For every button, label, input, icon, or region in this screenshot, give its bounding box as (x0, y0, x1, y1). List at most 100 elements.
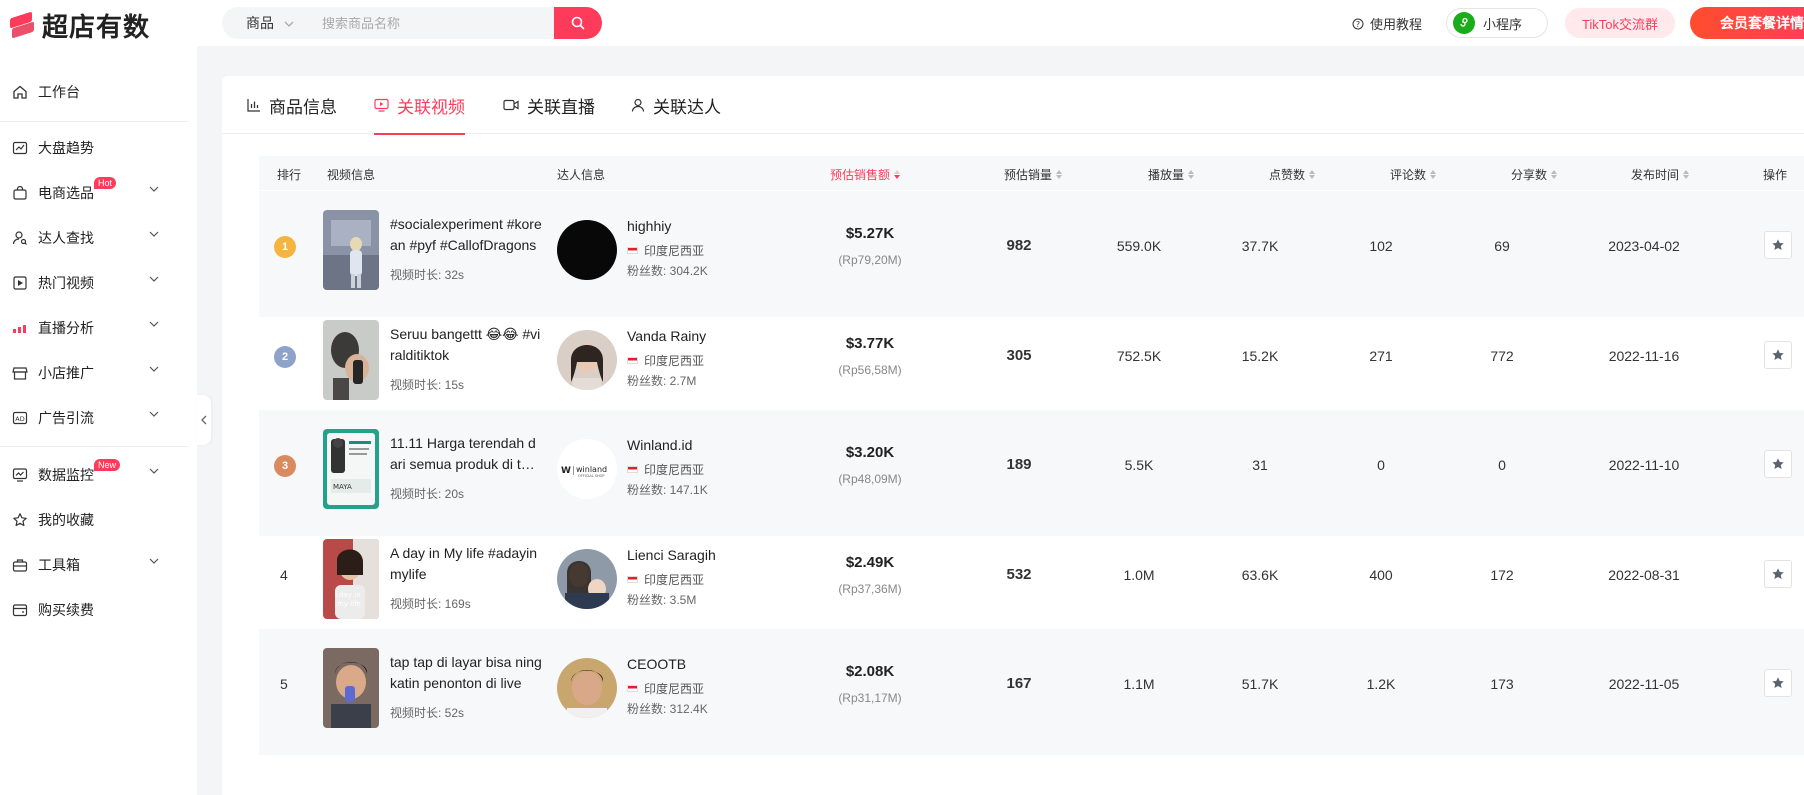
tutorial-link[interactable]: ? 使用教程 (1352, 14, 1422, 33)
sidebar-collapse-button[interactable] (197, 395, 211, 445)
sort-icon (1551, 170, 1558, 179)
creator-country: 印度尼西亚 (627, 680, 704, 697)
tab-related-videos[interactable]: 关联视频 (374, 76, 465, 135)
sort-icon (894, 170, 901, 179)
sort-icon (1430, 170, 1437, 179)
mini-program-icon (1453, 12, 1475, 34)
col-comments[interactable]: 评论数 (1390, 166, 1437, 183)
duration-label: 视频时长: (390, 706, 445, 720)
sidebar-item-label: 购买续费 (38, 602, 94, 618)
toolbox-icon (12, 559, 28, 572)
video-thumbnail[interactable]: i day in my life (323, 538, 379, 619)
tab-product-info[interactable]: 商品信息 (247, 76, 337, 134)
sidebar-item-favorites[interactable]: 我的收藏 (0, 500, 197, 540)
col-publish-date[interactable]: 发布时间 (1631, 166, 1690, 183)
sidebar-item-creator-search[interactable]: 达人查找 (0, 218, 197, 258)
search-type-select[interactable]: 商品 (222, 13, 304, 33)
sidebar: 工作台 大盘趋势 电商选品 Hot 达人查找 热门视频 直播分析 小店推广 AD… (0, 46, 197, 795)
favorite-button[interactable] (1764, 669, 1792, 697)
video-thumbnail[interactable]: MAYA (323, 429, 379, 509)
duration-value: 169s (444, 596, 471, 611)
sidebar-item-shop-promotion[interactable]: 小店推广 (0, 353, 197, 393)
sidebar-item-label: 小店推广 (38, 365, 94, 381)
video-title[interactable]: tap tap di layar bisa ningkatin penonton… (390, 652, 542, 694)
logo-icon (8, 10, 38, 41)
sidebar-item-purchase-renew[interactable]: 购买续费 (0, 590, 197, 630)
tab-related-live[interactable]: 关联直播 (503, 76, 595, 134)
sidebar-item-live-analysis[interactable]: 直播分析 (0, 308, 197, 348)
play-count: 1.0M (1123, 566, 1155, 583)
tab-bar: 商品信息 关联视频 关联直播 关联达人 (222, 76, 1804, 135)
sidebar-item-toolbox[interactable]: 工具箱 (0, 545, 197, 585)
video-title[interactable]: #socialexperiment #korean #pyf #CallofDr… (390, 214, 542, 256)
col-plays[interactable]: 播放量 (1148, 166, 1195, 183)
col-est-sales-amount[interactable]: 预估销售额 (830, 166, 901, 183)
sidebar-item-data-monitor[interactable]: 数据监控 New (0, 455, 197, 495)
creator-name[interactable]: Vanda Rainy (627, 328, 706, 344)
like-count: 31 (1252, 457, 1268, 473)
country-label: 印度尼西亚 (644, 682, 705, 696)
country-label: 印度尼西亚 (644, 244, 705, 258)
main-panel: 商品信息 关联视频 关联直播 关联达人 排行 视频信息 达人信息 预估销售额 预… (222, 76, 1804, 795)
sidebar-item-product-selection[interactable]: 电商选品 Hot (0, 173, 197, 213)
video-title[interactable]: Seruu bangettt 😂😂 #viralditiktok (390, 324, 542, 366)
svg-text:?: ? (1356, 20, 1360, 29)
new-badge: New (94, 459, 121, 471)
video-thumbnail[interactable] (323, 648, 379, 728)
favorite-button[interactable] (1764, 559, 1792, 588)
creator-name[interactable]: CEOOTB (627, 656, 686, 672)
share-count: 173 (1490, 676, 1514, 692)
tab-related-creators[interactable]: 关联达人 (631, 76, 721, 134)
share-count: 69 (1494, 238, 1510, 254)
sidebar-divider (0, 121, 188, 122)
col-shares[interactable]: 分享数 (1511, 166, 1558, 183)
video-thumbnail[interactable] (323, 319, 379, 400)
sidebar-item-workbench[interactable]: 工作台 (0, 72, 197, 112)
favorite-button[interactable] (1764, 340, 1792, 369)
video-title[interactable]: A day in My life #adayinmylife (390, 543, 542, 585)
creator-name[interactable]: Lienci Saragih (627, 547, 716, 563)
avatar[interactable] (557, 658, 617, 718)
search-button[interactable] (554, 7, 602, 39)
play-count: 1.1M (1123, 676, 1155, 692)
duration-value: 20s (444, 487, 465, 501)
avatar[interactable] (557, 548, 617, 609)
creator-name[interactable]: Winland.id (627, 437, 692, 453)
sidebar-item-market-trend[interactable]: 大盘趋势 (0, 128, 197, 168)
tab-label: 关联直播 (527, 97, 595, 117)
svg-text:my life: my life (337, 600, 361, 608)
creator-name[interactable]: highhiy (627, 218, 671, 234)
search-icon (571, 16, 585, 30)
col-likes[interactable]: 点赞数 (1269, 166, 1316, 183)
avatar[interactable] (557, 220, 617, 280)
brand-logo[interactable]: 超店有数 (8, 7, 150, 44)
table-row[interactable]: 4 i day in my life A day in My life #aday… (259, 520, 1804, 646)
table-row[interactable]: 2 Seruu bangettt 😂😂 #viralditiktok 视频时长:… (259, 301, 1804, 427)
vip-plans-button[interactable]: 会员套餐详情 (1690, 7, 1804, 39)
est-sales-usd: $2.08K (845, 663, 895, 680)
mini-program-button[interactable]: 小程序 (1446, 8, 1548, 38)
video-screen-icon (374, 98, 389, 112)
mini-program-label: 小程序 (1483, 16, 1523, 32)
video-thumbnail[interactable] (323, 210, 379, 290)
table-row[interactable]: 3 MAYA 11.11 Harga terendah dari semua p… (259, 410, 1804, 536)
col-label: 评论数 (1390, 168, 1427, 182)
store-icon (12, 367, 28, 380)
col-est-sales-volume[interactable]: 预估销量 (1004, 166, 1063, 183)
video-duration: 视频时长: 15s (390, 376, 464, 393)
est-sales-volume: 189 (1006, 456, 1032, 473)
country-label: 印度尼西亚 (644, 353, 705, 368)
table-row[interactable]: 1 #socialexperiment #korean #pyf #Callof… (259, 191, 1804, 317)
avatar[interactable] (557, 329, 617, 390)
favorite-button[interactable] (1764, 450, 1792, 478)
table-row[interactable]: 5 tap tap di layar bisa ningkatin penont… (259, 629, 1804, 755)
tiktok-group-button[interactable]: TikTok交流群 (1565, 8, 1675, 38)
favorite-button[interactable] (1764, 231, 1792, 259)
est-sales-idr: (Rp31,17M) (838, 691, 902, 705)
video-title[interactable]: 11.11 Harga terendah dari semua produk d… (390, 433, 542, 475)
sidebar-item-ad-traffic[interactable]: AD 广告引流 (0, 398, 197, 438)
fans-label: 粉丝数: (627, 483, 670, 497)
avatar[interactable]: Wwinland OFFICIAL SHOP (557, 439, 617, 499)
chevron-down-icon (149, 366, 159, 372)
sidebar-item-hot-videos[interactable]: 热门视频 (0, 263, 197, 303)
